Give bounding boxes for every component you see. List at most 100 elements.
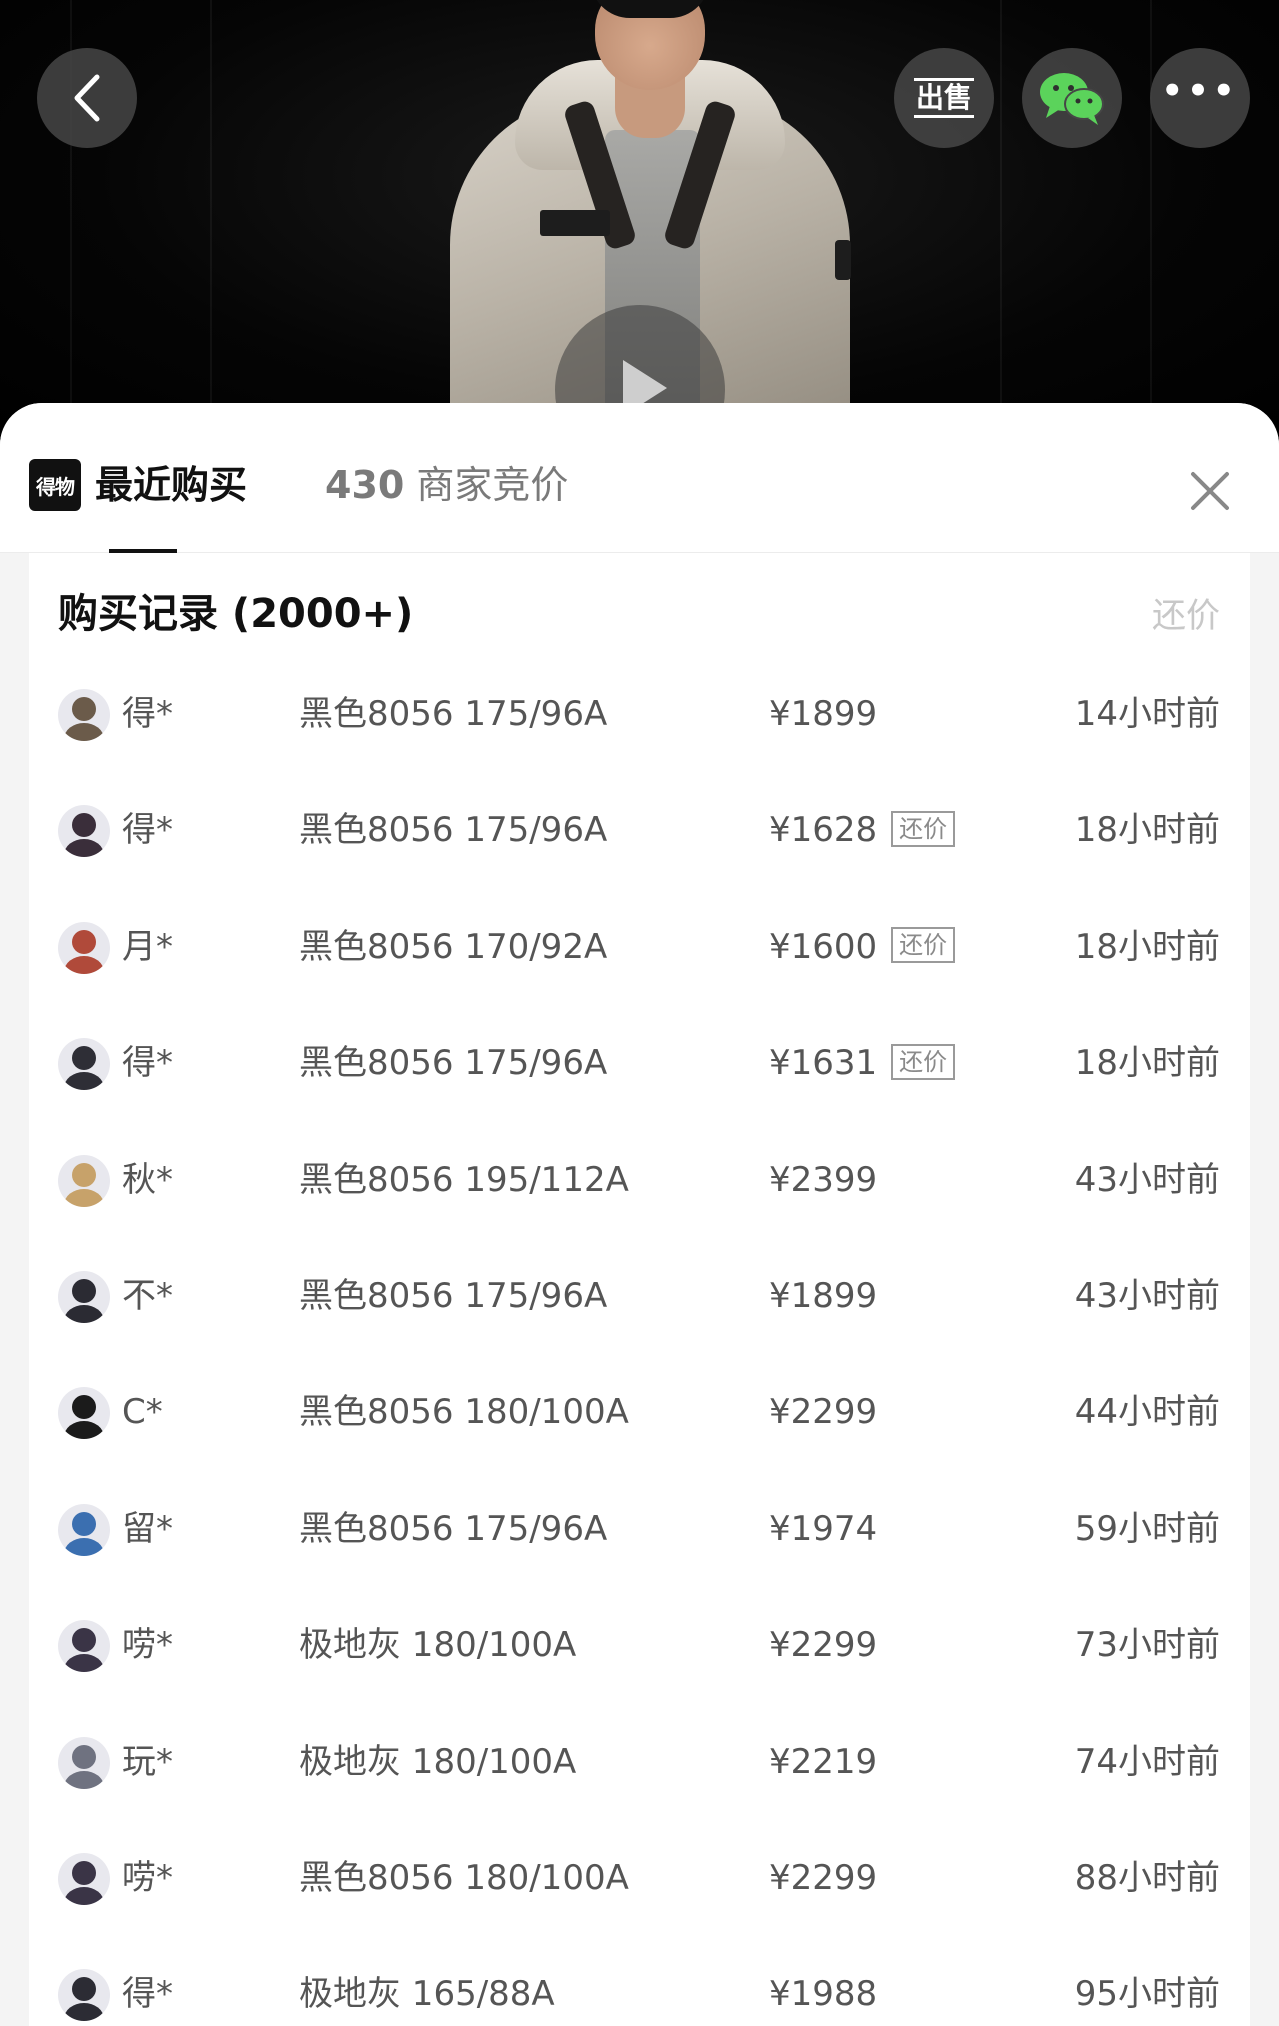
avatar	[58, 1038, 110, 1091]
price-cell: ¥2399	[769, 1156, 877, 1204]
sell-button-label: 出售	[913, 78, 974, 118]
back-button[interactable]	[37, 48, 137, 148]
background-streak	[1150, 0, 1152, 440]
price-cell: ¥1600 还价	[769, 923, 956, 971]
buyer-name: 得*	[122, 694, 173, 734]
sell-button[interactable]: 出售	[894, 48, 994, 148]
avatar	[58, 1270, 110, 1323]
product-variant: 极地灰 180/100A	[299, 1625, 577, 1666]
buyer-name: 玩*	[122, 1741, 173, 1782]
product-variant: 黑色8056 175/96A	[299, 810, 608, 851]
more-icon: •••	[1161, 71, 1239, 111]
purchase-time: 74小时前	[1074, 1741, 1220, 1782]
counter-offer-link[interactable]: 还价	[1152, 593, 1220, 639]
buyer-name: 得*	[122, 810, 173, 851]
avatar	[58, 1387, 110, 1440]
price-cell: ¥1631 还价	[769, 1039, 956, 1087]
bids-label: 商家竞价	[416, 463, 569, 507]
purchase-price: ¥1600	[769, 926, 878, 967]
avatar	[58, 1620, 110, 1673]
purchase-price: ¥2399	[769, 1159, 878, 1200]
purchase-price: ¥1899	[769, 694, 878, 734]
purchase-time: 73小时前	[1074, 1625, 1220, 1666]
price-cell: ¥2299	[769, 1388, 877, 1436]
purchase-price: ¥1899	[769, 1275, 878, 1316]
table-row: 留* 黑色8056 175/96A ¥1974 59小时前	[29, 1473, 1250, 1589]
counter-offer-tag: 还价	[891, 810, 956, 847]
table-row: 唠* 黑色8056 180/100A ¥2299 88小时前	[29, 1822, 1250, 1938]
price-cell: ¥2219	[769, 1738, 877, 1786]
purchase-price: ¥1631	[769, 1043, 878, 1084]
avatar	[58, 689, 110, 741]
purchase-time: 44小时前	[1074, 1392, 1220, 1433]
counter-offer-tag: 还价	[891, 1043, 956, 1080]
buyer-name: 得*	[122, 1974, 173, 2015]
price-cell: ¥1628 还价	[769, 806, 956, 854]
table-row: 玩* 极地灰 180/100A ¥2219 74小时前	[29, 1706, 1250, 1822]
bids-count: 430	[325, 463, 405, 507]
purchase-time: 43小时前	[1074, 1275, 1220, 1316]
tab-merchant-bids[interactable]: 430 商家竞价	[325, 457, 568, 513]
avatar	[58, 1969, 110, 2022]
product-variant: 极地灰 180/100A	[299, 1741, 577, 1782]
purchase-record-card: 购买记录 (2000+) 还价 得* 黑色8056 175/96A ¥1899 14小…	[29, 553, 1250, 2026]
close-icon[interactable]	[1182, 463, 1238, 519]
price-cell: ¥2299	[769, 1621, 877, 1669]
purchase-price: ¥1988	[769, 1974, 878, 2015]
buyer-name: 唠*	[122, 1857, 173, 1898]
avatar	[58, 921, 110, 974]
product-video-area[interactable]: 出售 •••	[0, 0, 1279, 440]
purchase-price: ¥2299	[769, 1857, 878, 1898]
purchase-price: ¥2299	[769, 1392, 878, 1433]
product-variant: 黑色8056 175/96A	[299, 694, 608, 734]
purchase-time: 18小时前	[1074, 810, 1220, 851]
product-variant: 黑色8056 180/100A	[299, 1392, 629, 1433]
wechat-share-button[interactable]	[1022, 48, 1122, 148]
purchase-time: 14小时前	[1074, 694, 1220, 734]
avatar	[58, 1736, 110, 1789]
counter-offer-tag: 还价	[891, 927, 956, 964]
avatar	[58, 1503, 110, 1556]
product-variant: 黑色8056 180/100A	[299, 1857, 629, 1898]
sleeve-patch	[835, 240, 851, 280]
brand-logo: 得物	[29, 459, 81, 511]
price-cell: ¥1899	[769, 1272, 877, 1320]
purchase-price: ¥1974	[769, 1508, 878, 1549]
buyer-name: 留*	[122, 1508, 173, 1549]
price-cell: ¥1899	[769, 690, 877, 738]
price-cell: ¥2299	[769, 1854, 877, 1902]
table-row: 得* 黑色8056 175/96A ¥1628 还价 18小时前	[29, 774, 1250, 890]
table-row: 得* 极地灰 165/88A ¥1988 95小时前	[29, 1938, 1250, 2026]
buyer-name: 月*	[122, 926, 173, 967]
product-variant: 黑色8056 175/96A	[299, 1275, 608, 1316]
product-variant: 极地灰 165/88A	[299, 1974, 555, 2015]
purchase-time: 88小时前	[1074, 1857, 1220, 1898]
product-variant: 黑色8056 195/112A	[299, 1159, 629, 1200]
buyer-name: 唠*	[122, 1625, 173, 1666]
purchase-price: ¥2299	[769, 1625, 878, 1666]
purchase-record-list: 得* 黑色8056 175/96A ¥1899 14小时前 得* 黑色8056 175/9…	[29, 658, 1250, 2026]
wechat-icon	[1040, 73, 1104, 125]
avatar	[58, 805, 110, 858]
tab-recent-purchases[interactable]: 最近购买	[95, 457, 247, 513]
avatar	[58, 1852, 110, 1905]
table-row: 秋* 黑色8056 195/112A ¥2399 43小时前	[29, 1124, 1250, 1240]
more-button[interactable]: •••	[1150, 48, 1250, 148]
purchase-time: 43小时前	[1074, 1159, 1220, 1200]
table-row: 不* 黑色8056 175/96A ¥1899 43小时前	[29, 1240, 1250, 1356]
purchase-price: ¥2219	[769, 1741, 878, 1782]
purchase-time: 18小时前	[1074, 926, 1220, 967]
purchase-record-sheet: 得物 最近购买 430 商家竞价 购买记录 (2000+) 还价 得* 黑色805…	[0, 403, 1279, 2026]
purchase-price: ¥1628	[769, 810, 878, 851]
avatar	[58, 1154, 110, 1207]
purchase-time: 59小时前	[1074, 1508, 1220, 1549]
table-row: C* 黑色8056 180/100A ¥2299 44小时前	[29, 1356, 1250, 1472]
record-section-title: 购买记录 (2000+)	[58, 591, 414, 637]
table-row: 得* 黑色8056 175/96A ¥1899 14小时前	[29, 658, 1250, 774]
buyer-name: C*	[122, 1392, 163, 1433]
purchase-time: 18小时前	[1074, 1043, 1220, 1084]
sheet-tab-bar: 得物 最近购买 430 商家竞价	[0, 403, 1279, 553]
background-streak	[1000, 0, 1002, 440]
product-variant: 黑色8056 175/96A	[299, 1043, 608, 1084]
buyer-name: 不*	[122, 1275, 173, 1316]
